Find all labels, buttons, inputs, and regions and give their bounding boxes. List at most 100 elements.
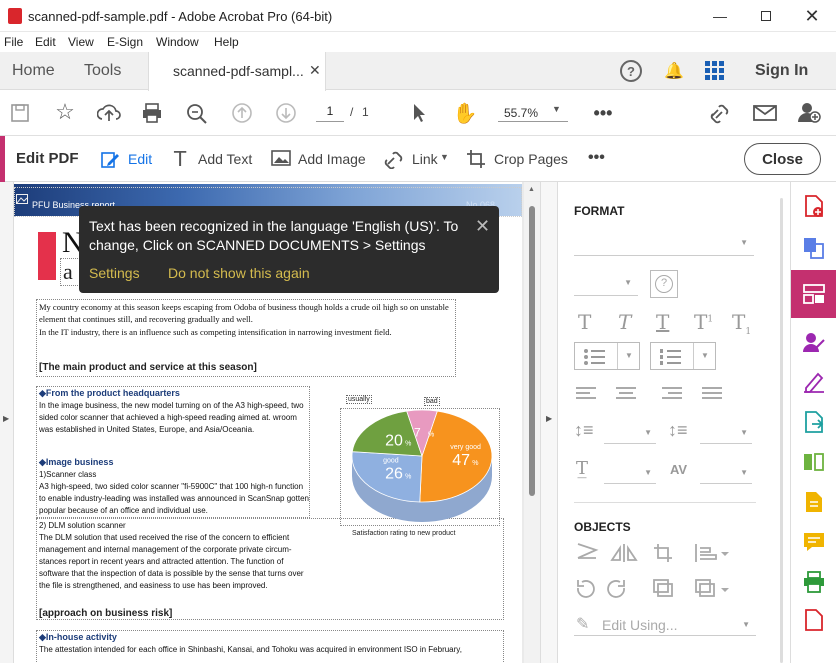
add-text-button[interactable]: Add Text [198, 151, 252, 167]
page-down-icon[interactable] [274, 101, 298, 125]
apps-grid-icon[interactable] [705, 61, 725, 81]
document-scrollbar[interactable]: ▲ [524, 182, 540, 663]
email-icon[interactable] [752, 101, 778, 125]
line-spacing-select[interactable]: ▼ [604, 422, 656, 444]
tab-document[interactable]: scanned-pdf-sampl... ✕ [148, 52, 326, 91]
dlm-paragraph: The DLM solution that used received the … [39, 533, 304, 590]
share-link-icon[interactable] [707, 101, 733, 125]
close-tab-icon[interactable]: ✕ [309, 62, 321, 79]
line-spacing-icon[interactable]: ↕≡ [574, 420, 594, 441]
numbered-list-dropdown[interactable]: ▼ [650, 342, 716, 370]
request-esign-icon[interactable] [791, 324, 836, 360]
hand-tool-icon[interactable]: ✋ [452, 100, 478, 126]
menu-esign[interactable]: E-Sign [107, 35, 143, 49]
inhouse-paragraph: The attestation intended for each office… [39, 645, 462, 654]
scroll-up-icon[interactable]: ▲ [528, 186, 535, 193]
organize-pages-icon[interactable] [791, 444, 836, 480]
add-image-icon[interactable] [271, 150, 291, 168]
help-icon[interactable]: ? [620, 60, 642, 82]
window-title: scanned-pdf-sample.pdf - Adobe Acrobat P… [28, 9, 333, 24]
zoom-select[interactable]: 55.7% ▼ [498, 104, 568, 122]
menu-window[interactable]: Window [156, 35, 199, 49]
scan-ocr-icon[interactable] [791, 484, 836, 520]
tab-tools[interactable]: Tools [84, 52, 121, 90]
main-toolbar: ☆ 1 / 1 ✋ 55.7% ▼ ••• [0, 91, 836, 136]
select-cursor-icon[interactable] [408, 101, 432, 125]
paragraph-spacing-select[interactable]: ▼ [700, 422, 752, 444]
crop-pages-button[interactable]: Crop Pages [494, 151, 568, 167]
text-italic-icon[interactable]: T [618, 310, 631, 334]
toast-dismiss-link[interactable]: Do not show this again [168, 265, 310, 281]
format-panel-scrollbar[interactable] [776, 182, 790, 663]
paragraph-spacing-icon[interactable]: ↕≡ [668, 420, 688, 441]
menu-file[interactable]: File [4, 35, 23, 49]
create-pdf-icon[interactable] [791, 188, 836, 224]
product-text-box[interactable]: ◆From the product headquarters In the im… [36, 386, 310, 518]
menu-bar: File Edit View E-Sign Window Help [0, 32, 836, 52]
upload-cloud-icon[interactable] [96, 101, 122, 125]
text-subscript-icon[interactable]: T1 [732, 310, 751, 337]
add-user-icon[interactable] [796, 99, 822, 125]
add-image-button[interactable]: Add Image [298, 151, 366, 167]
text-bold-icon[interactable]: T [578, 310, 591, 334]
minimize-button[interactable]: — [697, 0, 743, 32]
scroll-thumb[interactable] [529, 206, 535, 496]
add-text-icon[interactable]: T [174, 147, 186, 171]
link-chevron-icon[interactable]: ▼ [440, 152, 449, 162]
edit-pdf-tool-icon[interactable] [791, 270, 836, 318]
font-family-select[interactable]: ▼ [574, 232, 754, 256]
menu-help[interactable]: Help [214, 35, 239, 49]
alignment-icons[interactable] [576, 386, 756, 402]
intro-text-box[interactable]: My country economy at this season keeps … [36, 299, 456, 377]
more-tools-icon[interactable]: ••• [590, 103, 616, 123]
toast-settings-link[interactable]: Settings [89, 265, 140, 281]
page-up-icon[interactable] [230, 101, 254, 125]
edit-using-select[interactable]: ✎ Edit Using... ▼ [574, 612, 756, 636]
edit-pencil-icon[interactable] [100, 149, 120, 169]
product-hq-paragraph: In the image business, the new model tur… [39, 401, 304, 434]
character-spacing-select[interactable]: ▼ [700, 462, 752, 484]
expand-left-panel-icon[interactable]: ▶ [3, 414, 9, 423]
menu-view[interactable]: View [68, 35, 94, 49]
font-size-select[interactable]: ▼ [574, 272, 638, 296]
more-edit-options-icon[interactable]: ••• [588, 149, 605, 167]
print-production-icon[interactable] [791, 564, 836, 600]
text-scale-select[interactable]: ▼ [604, 462, 656, 484]
link-button[interactable]: Link [412, 151, 438, 167]
edit-button[interactable]: Edit [128, 151, 152, 167]
sign-in-link[interactable]: Sign In [755, 52, 808, 90]
pie-category-label: very good [450, 444, 481, 451]
export-pdf-icon[interactable] [791, 404, 836, 440]
collapse-panel-icon[interactable]: ▶ [546, 414, 552, 423]
save-icon[interactable] [8, 101, 32, 125]
fill-sign-icon[interactable] [791, 364, 836, 400]
link-icon[interactable] [384, 149, 406, 170]
zoom-search-icon[interactable] [184, 101, 210, 127]
maximize-button[interactable] [743, 0, 789, 32]
chart-caption: Satisfaction rating to new product [352, 530, 456, 537]
combine-files-icon[interactable] [791, 230, 836, 266]
text-superscript-icon[interactable]: T1 [694, 310, 713, 334]
tab-home[interactable]: Home [12, 52, 55, 90]
menu-edit[interactable]: Edit [35, 35, 56, 49]
toast-close-icon[interactable]: ✕ [475, 216, 490, 237]
text-underline-icon[interactable]: T [656, 310, 669, 334]
text-scale-icon[interactable]: T̲ [576, 458, 588, 479]
print-icon[interactable] [140, 101, 164, 125]
close-edit-button[interactable]: Close [744, 143, 821, 175]
close-window-button[interactable]: ✕ [789, 0, 835, 32]
panel-scroll-thumb[interactable] [780, 198, 783, 663]
text-help-icon[interactable]: ? [650, 270, 678, 298]
inhouse-heading: ◆In-house activity [39, 632, 117, 642]
crop-icon[interactable] [466, 149, 486, 169]
compress-pdf-icon[interactable] [791, 602, 836, 638]
star-icon[interactable]: ☆ [52, 99, 78, 125]
inhouse-text-box[interactable]: ◆In-house activity The attestation inten… [36, 630, 504, 663]
comment-icon[interactable] [791, 524, 836, 560]
page-number-input[interactable]: 1 [316, 104, 344, 122]
bell-icon[interactable]: 🔔 [664, 60, 684, 82]
character-spacing-icon[interactable]: AV [670, 462, 687, 477]
bullet-list-dropdown[interactable]: ▼ [574, 342, 640, 370]
pie-percent-sign: % [405, 440, 411, 447]
bullet-list-icon [584, 349, 605, 365]
